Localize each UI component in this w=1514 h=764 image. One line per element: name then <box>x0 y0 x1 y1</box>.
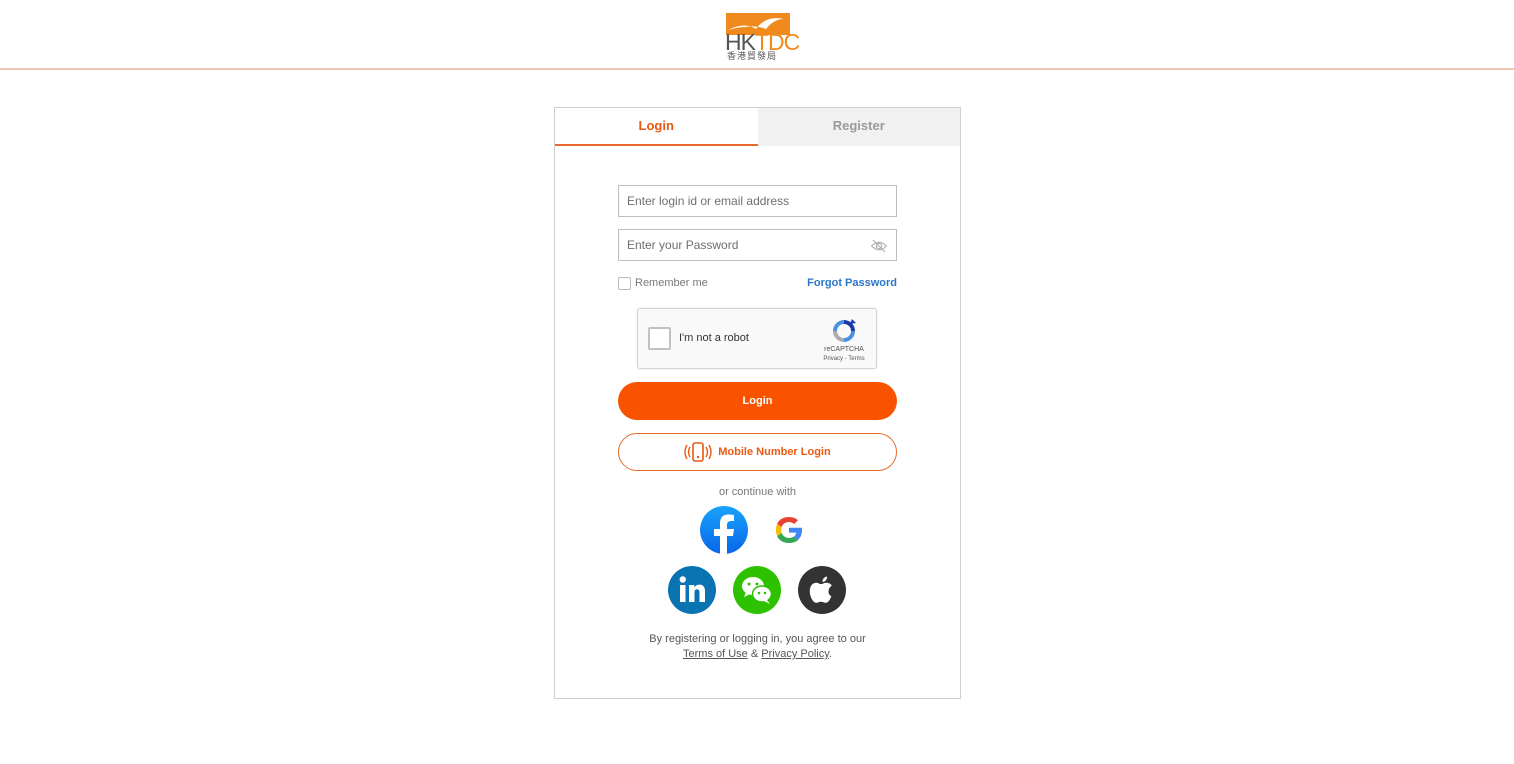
logo-chinese-name: 香港貿發局 <box>727 52 778 62</box>
terms-ampersand: & <box>750 648 759 660</box>
recaptcha-widget: I'm not a robot reCAPTCHA Privacy - Term… <box>637 308 877 369</box>
recaptcha-brand: reCAPTCHA <box>824 346 864 353</box>
remember-me-label[interactable]: Remember me <box>635 277 708 289</box>
hktdc-logo[interactable]: HKTDC 香港貿發局 <box>722 10 800 64</box>
password-field <box>618 229 897 261</box>
terms-links-line: Terms of Use & Privacy Policy. <box>555 647 960 662</box>
recaptcha-label: I'm not a robot <box>679 332 749 344</box>
eye-off-icon[interactable] <box>870 238 888 254</box>
recaptcha-privacy-terms-links[interactable]: Privacy - Terms <box>814 356 874 362</box>
page-header: HKTDC 香港貿發局 <box>0 0 1514 70</box>
google-login-button[interactable] <box>765 506 813 554</box>
wechat-login-button[interactable] <box>733 566 781 614</box>
recaptcha-logo-icon <box>833 319 856 342</box>
logo-wordmark: HKTDC <box>725 29 800 55</box>
auth-tabs: Login Register <box>555 108 960 146</box>
terms-agreement-text: By registering or logging in, you agree … <box>649 633 866 645</box>
continue-with-label: or continue with <box>718 486 797 498</box>
facebook-login-button[interactable] <box>700 506 748 554</box>
tab-login[interactable]: Login <box>555 108 758 146</box>
terms-period: . <box>828 648 832 660</box>
apple-icon <box>809 576 832 603</box>
mobile-phone-vibrate-icon <box>684 442 712 462</box>
password-input[interactable] <box>619 230 896 260</box>
mobile-number-login-label: Mobile Number Login <box>718 446 831 458</box>
apple-login-button[interactable] <box>798 566 846 614</box>
login-id-input[interactable] <box>619 186 896 216</box>
forgot-password-link[interactable]: Forgot Password <box>807 277 897 289</box>
mobile-number-login-button[interactable]: Mobile Number Login <box>618 433 897 471</box>
privacy-policy-link[interactable]: Privacy Policy <box>761 648 829 660</box>
auth-card: Login Register Remember me Forgot Passwo… <box>554 107 961 699</box>
recaptcha-checkbox[interactable] <box>648 327 671 350</box>
remember-row: Remember me Forgot Password <box>618 276 897 292</box>
login-button[interactable]: Login <box>618 382 897 420</box>
wechat-icon <box>742 577 773 604</box>
facebook-icon <box>714 514 734 554</box>
login-id-field <box>618 185 897 217</box>
terms-agreement: By registering or logging in, you agree … <box>555 632 960 662</box>
tab-register[interactable]: Register <box>757 108 960 146</box>
remember-me-checkbox[interactable] <box>618 277 631 290</box>
google-icon <box>775 517 802 543</box>
terms-of-use-link[interactable]: Terms of Use <box>683 648 748 660</box>
linkedin-icon <box>679 576 705 602</box>
linkedin-login-button[interactable] <box>668 566 716 614</box>
